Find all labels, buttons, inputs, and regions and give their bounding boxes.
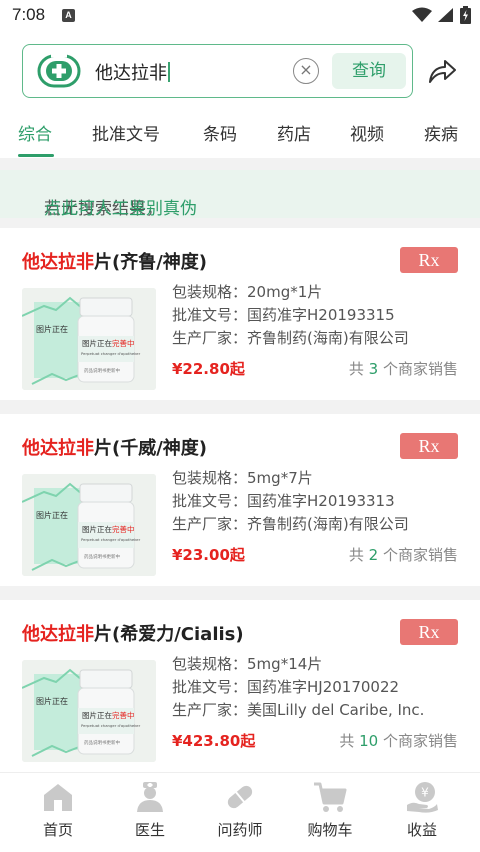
spec-line: 包装规格：5mg*7片 bbox=[172, 469, 313, 487]
product-name-rest: 片(千威/神度) bbox=[94, 438, 208, 459]
product-name: 他达拉非片(齐鲁/神度) bbox=[22, 248, 207, 274]
rx-badge: Rx bbox=[400, 247, 458, 273]
product-card[interactable]: 他达拉非片(千威/神度) Rx 图片正在 图片正在完善中 Perpetuat c… bbox=[0, 414, 480, 586]
seller-count: 共 3 个商家销售 bbox=[348, 360, 458, 378]
approval-line: 批准文号：国药准字HJ20170022 bbox=[172, 678, 400, 696]
bottom-nav: 首页 医生 问药师 购物车 ¥ 收益 bbox=[0, 772, 480, 852]
product-name-rest: 片(齐鲁/神度) bbox=[94, 252, 208, 273]
seller-count: 共 10 个商家销售 bbox=[339, 732, 458, 750]
pharmacy-logo-icon bbox=[37, 54, 81, 88]
svg-text:¥: ¥ bbox=[421, 786, 429, 800]
nav-ask-pharmacist-label: 问药师 bbox=[217, 821, 263, 839]
price: ¥423.80起 bbox=[172, 732, 256, 750]
seller-count: 共 2 个商家销售 bbox=[348, 546, 458, 564]
placeholder-title-left: 图片正在 bbox=[36, 324, 68, 334]
home-icon bbox=[44, 784, 72, 811]
product-name-highlight: 他达拉非 bbox=[22, 252, 94, 273]
tab-approval-number[interactable]: 批准文号 bbox=[92, 120, 160, 145]
tab-barcode[interactable]: 条码 bbox=[203, 120, 237, 145]
search-box: 他达拉非 × 查询 bbox=[22, 44, 413, 98]
close-icon: × bbox=[299, 60, 313, 79]
status-bar: 7:08 A bbox=[0, 0, 480, 32]
placeholder-title: 图片正在完善中 bbox=[82, 524, 135, 534]
approval-line: 批准文号：国药准字H20193315 bbox=[172, 306, 395, 324]
manufacturer-line: 生产厂家：齐鲁制药(海南)有限公司 bbox=[172, 515, 409, 533]
doctor-icon bbox=[137, 782, 163, 812]
pill-bottle-image: 图片正在 图片正在完善中 Perpetuat changer d'apothek… bbox=[22, 660, 156, 762]
battery-icon bbox=[460, 6, 471, 24]
placeholder-caption: 药品说明书更新中 bbox=[84, 367, 120, 374]
placeholder-caption: 药品说明书更新中 bbox=[84, 553, 120, 560]
product-image-placeholder: 图片正在 图片正在完善中 Perpetuat changer d'apothek… bbox=[22, 660, 156, 762]
placeholder-subtitle: Perpetuat changer d'apotheker bbox=[81, 537, 141, 542]
manufacturer-line: 生产厂家：齐鲁制药(海南)有限公司 bbox=[172, 329, 409, 347]
approval-line: 批准文号：国药准字H20193313 bbox=[172, 492, 395, 510]
product-image-placeholder: 图片正在 图片正在完善中 Perpetuat changer d'apothek… bbox=[22, 288, 156, 390]
product-card[interactable]: 他达拉非片(齐鲁/神度) Rx 图片正在 图片正在完善中 Perpetuat c… bbox=[0, 228, 480, 400]
nav-doctor[interactable]: 医生 bbox=[110, 781, 190, 840]
manufacturer-line: 生产厂家：美国Lilly del Caribe, Inc. bbox=[172, 701, 425, 719]
nav-doctor-label: 医生 bbox=[134, 821, 165, 839]
notification-app-icon: A bbox=[62, 9, 75, 22]
spec-line: 包装规格：5mg*14片 bbox=[172, 655, 323, 673]
query-button[interactable]: 查询 bbox=[332, 53, 406, 89]
pill-icon bbox=[227, 785, 253, 809]
header: 他达拉非 × 查询 综合 批准文号 条码 药店 视频 疾病 bbox=[0, 32, 480, 158]
signal-icon bbox=[438, 8, 453, 22]
pill-bottle-image: 图片正在 图片正在完善中 Perpetuat changer d'apothek… bbox=[22, 288, 156, 390]
spec-line: 包装规格：20mg*1片 bbox=[172, 283, 323, 301]
nav-cart-label: 购物车 bbox=[307, 821, 353, 839]
nav-home-label: 首页 bbox=[42, 821, 73, 839]
category-tabs: 综合 批准文号 条码 药店 视频 疾病 bbox=[0, 116, 480, 158]
product-name-rest: 片(希爱力/Cialis) bbox=[94, 624, 244, 645]
product-card[interactable]: 他达拉非片(希爱力/Cialis) Rx 图片正在 图片正在完善中 Perpet… bbox=[0, 600, 480, 772]
nav-cart[interactable]: 购物车 bbox=[290, 781, 370, 840]
placeholder-title: 图片正在完善中 bbox=[82, 338, 135, 348]
placeholder-title-left: 图片正在 bbox=[36, 510, 68, 520]
search-input[interactable]: 他达拉非 bbox=[95, 59, 170, 85]
share-icon[interactable] bbox=[428, 58, 456, 84]
cart-icon bbox=[314, 782, 347, 812]
text-cursor bbox=[168, 62, 170, 82]
product-name: 他达拉非片(千威/神度) bbox=[22, 434, 207, 460]
placeholder-subtitle: Perpetuat changer d'apotheker bbox=[81, 351, 141, 356]
placeholder-subtitle: Perpetuat changer d'apotheker bbox=[81, 723, 141, 728]
pill-bottle-image: 图片正在 图片正在完善中 Perpetuat changer d'apothek… bbox=[22, 474, 156, 576]
nav-income[interactable]: ¥ 收益 bbox=[382, 781, 462, 840]
placeholder-title-left: 图片正在 bbox=[36, 696, 68, 706]
manual-verification-link[interactable]: 点此可人工鉴别真伪 bbox=[44, 194, 197, 219]
rx-badge: Rx bbox=[400, 433, 458, 459]
wifi-icon bbox=[412, 7, 432, 22]
income-icon: ¥ bbox=[407, 782, 438, 813]
search-query-text: 他达拉非 bbox=[95, 63, 167, 84]
tab-pharmacy[interactable]: 药店 bbox=[277, 120, 311, 145]
rx-badge: Rx bbox=[400, 619, 458, 645]
product-image-placeholder: 图片正在 图片正在完善中 Perpetuat changer d'apothek… bbox=[22, 474, 156, 576]
placeholder-caption: 药品说明书更新中 bbox=[84, 739, 120, 746]
price: ¥23.00起 bbox=[172, 546, 245, 564]
nav-home[interactable]: 首页 bbox=[18, 781, 98, 840]
status-time: 7:08 bbox=[12, 5, 46, 24]
price: ¥22.80起 bbox=[172, 360, 245, 378]
nav-income-label: 收益 bbox=[406, 821, 437, 839]
product-name-highlight: 他达拉非 bbox=[22, 624, 94, 645]
product-name-highlight: 他达拉非 bbox=[22, 438, 94, 459]
tab-comprehensive[interactable]: 综合 bbox=[18, 120, 52, 145]
placeholder-title: 图片正在完善中 bbox=[82, 710, 135, 720]
tab-disease[interactable]: 疾病 bbox=[424, 120, 458, 145]
nav-ask-pharmacist[interactable]: 问药师 bbox=[200, 781, 280, 840]
clear-search-button[interactable]: × bbox=[293, 58, 319, 84]
tab-video[interactable]: 视频 bbox=[350, 120, 384, 145]
product-name: 他达拉非片(希爱力/Cialis) bbox=[22, 620, 244, 646]
active-tab-indicator bbox=[18, 154, 54, 157]
manual-verification-notice[interactable]: 若无搜索结果， 点此可人工鉴别真伪 bbox=[0, 170, 480, 219]
